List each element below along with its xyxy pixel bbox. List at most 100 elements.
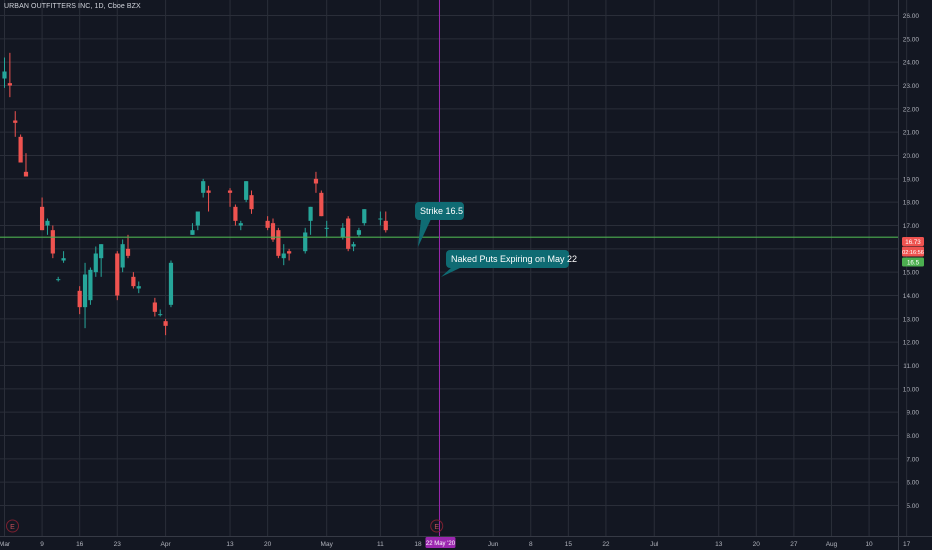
candle-body[interactable] xyxy=(346,218,351,249)
candle-body[interactable] xyxy=(201,181,206,193)
x-tick-label: 20 xyxy=(264,541,272,548)
candle-body[interactable] xyxy=(152,302,157,312)
candle-body[interactable] xyxy=(131,276,136,287)
candle-body[interactable] xyxy=(7,83,12,86)
y-tick-label: 22.00 xyxy=(903,106,920,113)
candle-body[interactable] xyxy=(88,269,93,301)
x-tick-label: 8 xyxy=(529,541,533,548)
x-tick-label: Jul xyxy=(650,541,659,548)
x-tick-label: Aug xyxy=(826,541,838,548)
y-tick-label: 7.00 xyxy=(906,456,919,463)
expiry-date-label: 22 May '20 xyxy=(426,541,456,547)
candle-body[interactable] xyxy=(281,253,286,259)
candle-body[interactable] xyxy=(249,195,254,210)
y-tick-label: 23.00 xyxy=(903,83,920,90)
y-tick-label: 14.00 xyxy=(903,293,920,300)
candle-body[interactable] xyxy=(163,321,168,326)
y-tick-label: 13.00 xyxy=(903,316,920,323)
strike-price-label: 16.5 xyxy=(907,260,920,267)
candle-body[interactable] xyxy=(340,227,345,238)
candle-body[interactable] xyxy=(383,220,388,231)
y-tick-label: 11.00 xyxy=(903,363,919,370)
x-tick-label: Mar xyxy=(0,541,11,548)
candle-body[interactable] xyxy=(50,230,55,254)
candle-body[interactable] xyxy=(206,190,211,193)
y-tick-label: 20.00 xyxy=(903,153,920,160)
y-tick-label: 18.00 xyxy=(903,200,920,207)
y-tick-label: 25.00 xyxy=(903,36,920,43)
x-tick-label: 16 xyxy=(76,541,84,548)
x-tick-label: 17 xyxy=(903,541,911,548)
candle-body[interactable] xyxy=(244,181,249,200)
candle-body[interactable] xyxy=(2,71,7,79)
y-tick-label: 6.00 xyxy=(906,480,919,487)
candle-body[interactable] xyxy=(238,223,243,226)
chart-title: URBAN OUTFITTERS INC, 1D, Cboe BZX xyxy=(4,3,141,10)
y-tick-label: 8.00 xyxy=(906,433,919,440)
candle-body[interactable] xyxy=(93,253,98,273)
candle-body[interactable] xyxy=(233,206,238,221)
candle-body[interactable] xyxy=(303,232,308,252)
candle-body[interactable] xyxy=(356,230,362,235)
expiry-callout-text: Naked Puts Expiring on May 22 xyxy=(451,254,577,264)
x-tick-label: 27 xyxy=(790,541,798,548)
x-tick-label: 23 xyxy=(114,541,122,548)
y-tick-label: 10.00 xyxy=(903,386,920,393)
candle-body[interactable] xyxy=(45,220,50,226)
candle-body[interactable] xyxy=(56,279,61,281)
x-tick-label: 20 xyxy=(753,541,761,548)
candle-body[interactable] xyxy=(324,227,329,229)
candle-body[interactable] xyxy=(99,244,104,259)
candle-body[interactable] xyxy=(13,120,18,123)
x-tick-label: 18 xyxy=(414,541,422,548)
candle-body[interactable] xyxy=(82,274,88,308)
x-tick-label: 13 xyxy=(715,541,723,548)
candle-body[interactable] xyxy=(378,218,383,220)
candle-body[interactable] xyxy=(190,230,195,235)
candlestick-chart[interactable]: 26.00 25.00 24.00 23.00 22.00 21.00 20.00 19.00… xyxy=(0,0,932,550)
candle-body[interactable] xyxy=(61,258,66,261)
strike-callout-text: Strike 16.5 xyxy=(420,206,463,216)
y-tick-label: 15.00 xyxy=(903,270,920,277)
candle-body[interactable] xyxy=(287,251,292,254)
y-tick-label: 26.00 xyxy=(903,13,920,20)
candle-body[interactable] xyxy=(23,171,29,177)
candle-body[interactable] xyxy=(39,206,45,231)
candle-body[interactable] xyxy=(120,244,125,268)
candle-body[interactable] xyxy=(195,211,200,226)
candle-body[interactable] xyxy=(18,136,23,163)
y-tick-label: 17.00 xyxy=(903,223,920,230)
earnings-marker-label: E xyxy=(10,524,15,531)
candle-body[interactable] xyxy=(319,192,324,217)
candle-body[interactable] xyxy=(313,178,319,184)
y-tick-label: 19.00 xyxy=(903,176,920,183)
x-tick-label: 13 xyxy=(226,541,234,548)
y-tick-label: 9.00 xyxy=(906,410,919,417)
candle-body[interactable] xyxy=(265,220,270,228)
x-tick-label: Apr xyxy=(161,541,172,548)
candle-body[interactable] xyxy=(351,244,356,247)
candle-body[interactable] xyxy=(308,206,313,221)
candle-body[interactable] xyxy=(136,286,141,289)
y-tick-label: 24.00 xyxy=(903,60,920,67)
countdown-label: 02:16:56 xyxy=(902,250,924,256)
candle-body[interactable] xyxy=(77,290,82,308)
candle-body[interactable] xyxy=(158,314,163,316)
candle-body[interactable] xyxy=(115,253,120,296)
candle-body[interactable] xyxy=(362,209,367,224)
y-tick-label: 12.00 xyxy=(903,340,920,347)
candle-body[interactable] xyxy=(227,190,233,193)
chart-background xyxy=(0,0,932,550)
candle-body[interactable] xyxy=(276,230,281,256)
chart-area[interactable]: 26.00 25.00 24.00 23.00 22.00 21.00 20.00 19.00… xyxy=(0,0,932,550)
y-tick-label: 21.00 xyxy=(903,130,920,137)
x-tick-label: 9 xyxy=(40,541,44,548)
candle-body[interactable] xyxy=(168,262,174,305)
x-tick-label: 22 xyxy=(602,541,610,548)
x-tick-label: Jun xyxy=(488,541,499,548)
candle-body[interactable] xyxy=(125,248,131,256)
x-tick-label: May xyxy=(321,541,334,548)
x-tick-label: 15 xyxy=(565,541,573,548)
earnings-marker-label: E xyxy=(434,524,439,531)
last-price-label: 16.73 xyxy=(905,239,921,246)
